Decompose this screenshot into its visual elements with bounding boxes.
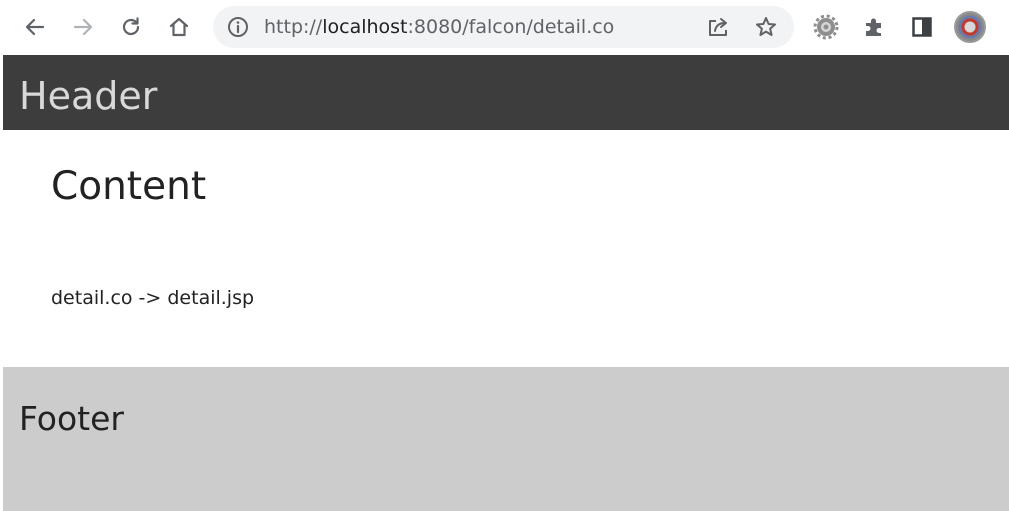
browser-toolbar: http://localhost:8080/falcon/detail.co [0, 0, 1009, 55]
profile-button[interactable] [952, 9, 988, 45]
page-header: Header [3, 55, 1009, 130]
url-path: :8080/falcon/detail.co [407, 16, 615, 38]
url-text[interactable]: http://localhost:8080/falcon/detail.co [264, 6, 614, 48]
side-panel-icon[interactable] [904, 9, 940, 45]
content-text: detail.co -> detail.jsp [51, 287, 255, 309]
share-icon[interactable] [703, 12, 733, 42]
address-bar[interactable]: http://localhost:8080/falcon/detail.co [213, 6, 794, 48]
star-icon[interactable] [751, 12, 781, 42]
puzzle-icon[interactable] [856, 9, 892, 45]
footer-title: Footer [19, 399, 124, 438]
info-icon[interactable] [227, 16, 249, 38]
reload-icon[interactable] [113, 9, 149, 45]
home-icon[interactable] [161, 9, 197, 45]
avatar [954, 11, 986, 43]
header-title: Header [19, 74, 158, 118]
forward-arrow-icon[interactable] [65, 9, 101, 45]
page-content: Content detail.co -> detail.jsp [3, 130, 1009, 367]
url-prefix: http:// [264, 16, 323, 38]
back-arrow-icon[interactable] [17, 9, 53, 45]
gear-icon[interactable] [808, 9, 844, 45]
content-title: Content [51, 164, 207, 209]
page-footer: Footer [3, 367, 1009, 511]
url-host: localhost [322, 16, 408, 38]
